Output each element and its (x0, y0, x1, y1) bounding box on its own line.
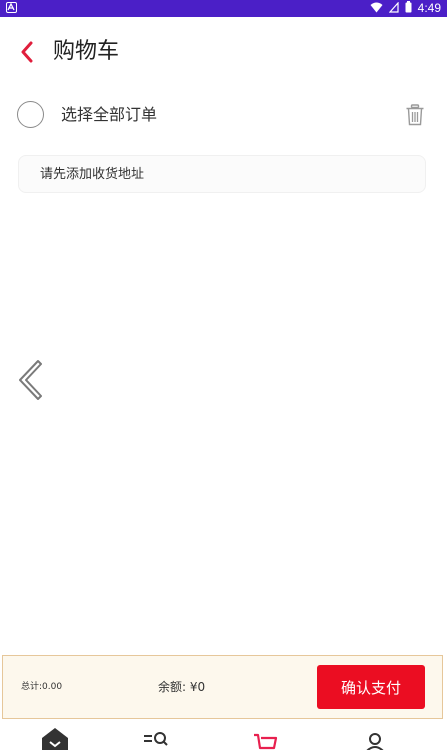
status-icons: 4:49 (370, 0, 441, 16)
home-icon (42, 728, 68, 750)
chevron-left-outline-icon (19, 360, 42, 400)
select-all-label[interactable]: 选择全部订单 (61, 104, 157, 126)
profile-icon (366, 733, 384, 750)
nav-category[interactable] (141, 727, 171, 750)
balance-amount: 余额: ¥0 (158, 680, 206, 694)
checkout-bar: 总计:0.00 余额: ¥0 确认支付 (2, 655, 443, 719)
nav-profile[interactable] (360, 727, 390, 750)
total-amount: 总计:0.00 (21, 682, 63, 692)
signal-icon (388, 0, 399, 16)
select-all-checkbox[interactable] (17, 101, 44, 128)
select-all-row: 选择全部订单 (0, 95, 447, 137)
chevron-left-icon (21, 41, 33, 63)
wifi-icon (370, 2, 383, 16)
page-title: 购物车 (53, 39, 120, 64)
header: 购物车 (0, 17, 447, 85)
status-bar: 4:49 (0, 0, 447, 17)
add-address-prompt: 请先添加收货地址 (40, 167, 145, 182)
nav-cart[interactable] (251, 727, 281, 750)
delete-button[interactable] (405, 104, 425, 126)
trash-icon (406, 104, 424, 126)
confirm-pay-button[interactable]: 确认支付 (317, 665, 425, 709)
add-address-card[interactable]: 请先添加收货地址 (18, 155, 426, 193)
back-button[interactable] (14, 39, 40, 65)
side-back-button[interactable] (14, 358, 48, 402)
category-search-icon (144, 732, 168, 746)
status-time: 4:49 (417, 1, 441, 15)
app-notification-icon (6, 2, 17, 13)
bottom-nav (0, 719, 447, 750)
cart-icon (254, 733, 278, 750)
nav-home[interactable] (40, 727, 70, 750)
battery-icon (405, 1, 412, 16)
